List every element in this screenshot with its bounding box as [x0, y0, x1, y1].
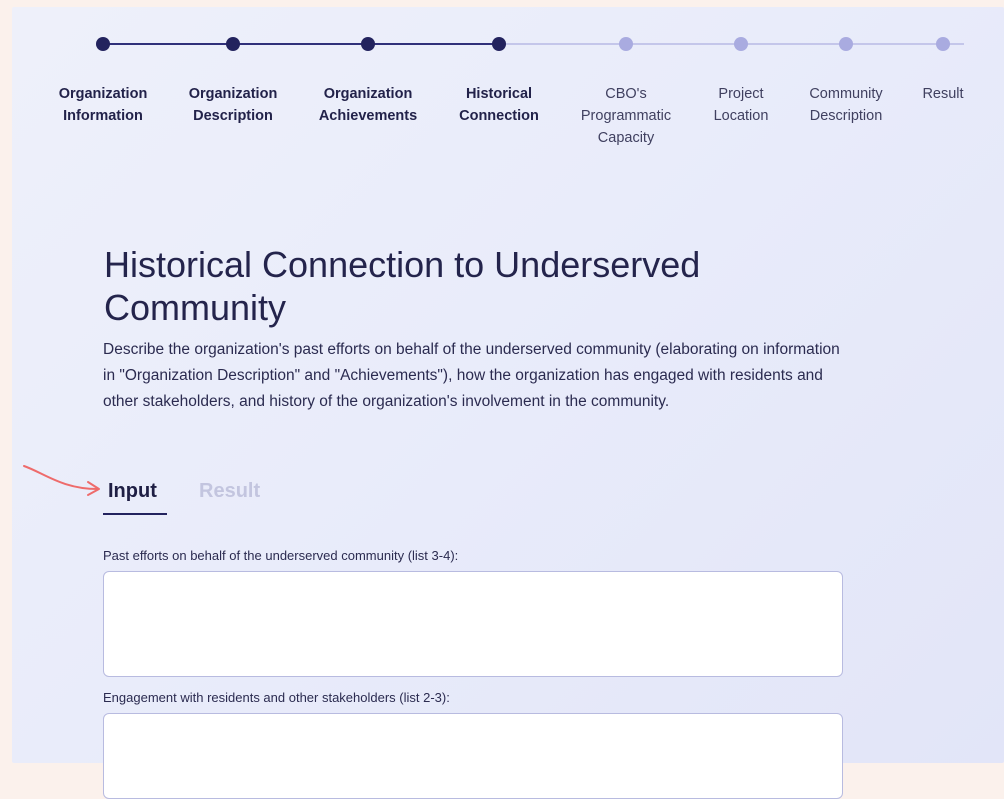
page-title: Historical Connection to Underserved Com…: [104, 244, 701, 328]
step-label-organization-information[interactable]: Organization Information: [38, 83, 168, 127]
engagement-textarea[interactable]: [103, 713, 843, 799]
tab-input[interactable]: Input: [108, 477, 157, 505]
past-efforts-textarea[interactable]: [103, 571, 843, 677]
step-label-organization-achievements[interactable]: Organization Achievements: [303, 83, 433, 127]
step-dot-community-description[interactable]: [839, 37, 853, 51]
step-label-historical-connection[interactable]: Historical Connection: [434, 83, 564, 127]
progress-stepper: Organization Information Organization De…: [12, 7, 1004, 167]
engagement-label: Engagement with residents and other stak…: [103, 690, 450, 705]
step-label-organization-description[interactable]: Organization Description: [168, 83, 298, 127]
step-dot-organization-achievements[interactable]: [361, 37, 375, 51]
active-tab-indicator: [103, 513, 167, 515]
step-dot-result[interactable]: [936, 37, 950, 51]
content-panel: Organization Information Organization De…: [12, 7, 1004, 799]
step-label-result[interactable]: Result: [878, 83, 1004, 105]
past-efforts-label: Past efforts on behalf of the underserve…: [103, 548, 459, 563]
tab-result[interactable]: Result: [199, 477, 260, 505]
step-dot-historical-connection[interactable]: [492, 37, 506, 51]
step-label-cbo-programmatic-capacity[interactable]: CBO's Programmatic Capacity: [561, 83, 691, 149]
step-dot-organization-information[interactable]: [96, 37, 110, 51]
stepper-track-completed: [103, 43, 499, 45]
stepper-track-remaining: [499, 43, 964, 45]
arrow-annotation-icon: [23, 465, 100, 496]
step-dot-cbo-programmatic-capacity[interactable]: [619, 37, 633, 51]
step-dot-organization-description[interactable]: [226, 37, 240, 51]
step-dot-project-location[interactable]: [734, 37, 748, 51]
page-description: Describe the organization's past efforts…: [103, 341, 840, 410]
